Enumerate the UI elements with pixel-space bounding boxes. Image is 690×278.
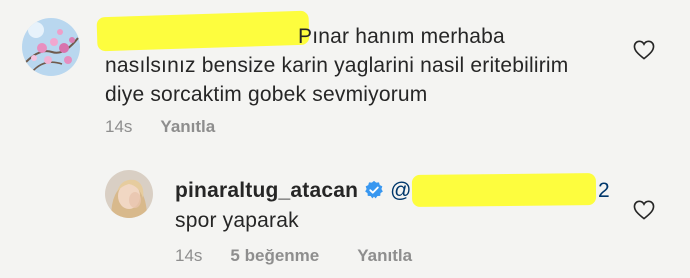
reply-button[interactable]: Yanıtla	[160, 117, 215, 137]
flowers-avatar-icon	[22, 18, 80, 76]
likes-count[interactable]: 5 beğenme	[230, 246, 319, 266]
verified-badge-icon	[364, 179, 384, 208]
user-photo-avatar-icon	[105, 170, 153, 218]
comment-text-line-1: Pınar hanım merhaba	[298, 25, 505, 48]
comment-text-continued: nasılsınız bensize karin yaglarini nasil…	[105, 51, 568, 109]
reply-button[interactable]: Yanıtla	[357, 246, 412, 266]
reply-meta: 14s 5 beğenme Yanıtla	[175, 246, 412, 266]
reply-header: pinaraltug_atacan @	[175, 176, 412, 208]
mention-prefix[interactable]: @	[390, 179, 412, 202]
reply-text: spor yaparak	[175, 209, 299, 232]
like-heart-icon[interactable]	[633, 200, 655, 225]
comment-meta: 14s Yanıtla	[105, 117, 215, 137]
redaction-mark	[96, 10, 310, 52]
comment-text: Pınar hanım merhaba	[298, 22, 505, 51]
commenter-avatar[interactable]	[22, 18, 80, 76]
comment-time: 14s	[105, 117, 133, 136]
author-avatar[interactable]	[105, 170, 153, 218]
mention-suffix[interactable]: 2	[598, 176, 610, 205]
redaction-mark	[411, 173, 597, 207]
author-username[interactable]: pinaraltug_atacan	[175, 179, 358, 202]
like-heart-icon[interactable]	[633, 40, 655, 65]
comment-text-line-3: diye sorcaktim gobek sevmiyorum	[105, 83, 428, 106]
reply-time: 14s	[175, 246, 203, 265]
comment-text-line-2: nasılsınız bensize karin yaglarini nasil…	[105, 54, 569, 77]
